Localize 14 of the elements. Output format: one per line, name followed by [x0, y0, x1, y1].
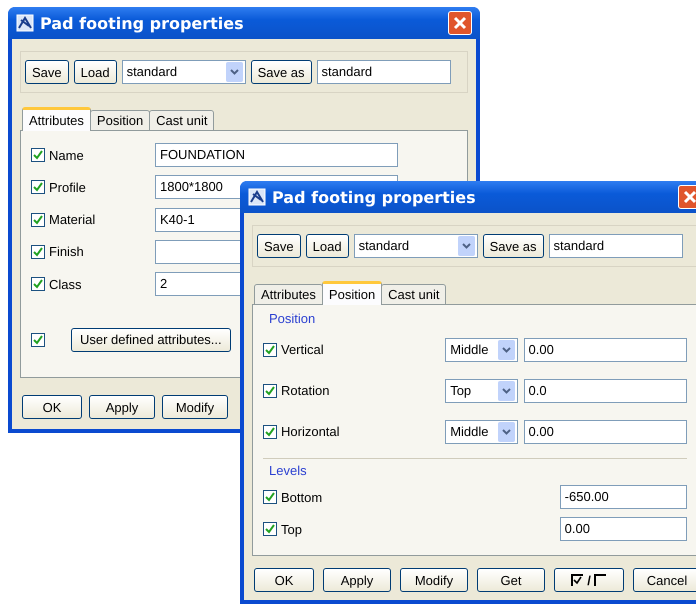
field-label: Material	[48, 212, 96, 228]
field-label: Name	[48, 148, 85, 163]
field-label: Top	[280, 522, 303, 536]
window-title: Pad footing properties	[272, 188, 477, 206]
field-label: Bottom	[280, 490, 324, 504]
window-title: Pad footing properties	[40, 14, 245, 32]
section-heading: Levels	[268, 463, 308, 480]
field-label: Horizontal	[280, 424, 341, 439]
field-label: Profile	[48, 180, 87, 195]
section-heading: Position	[268, 311, 316, 328]
field-label: Class	[48, 276, 83, 292]
field-label: Finish	[48, 244, 85, 260]
field-label: Vertical	[280, 342, 325, 357]
field-label: Rotation	[280, 383, 330, 398]
